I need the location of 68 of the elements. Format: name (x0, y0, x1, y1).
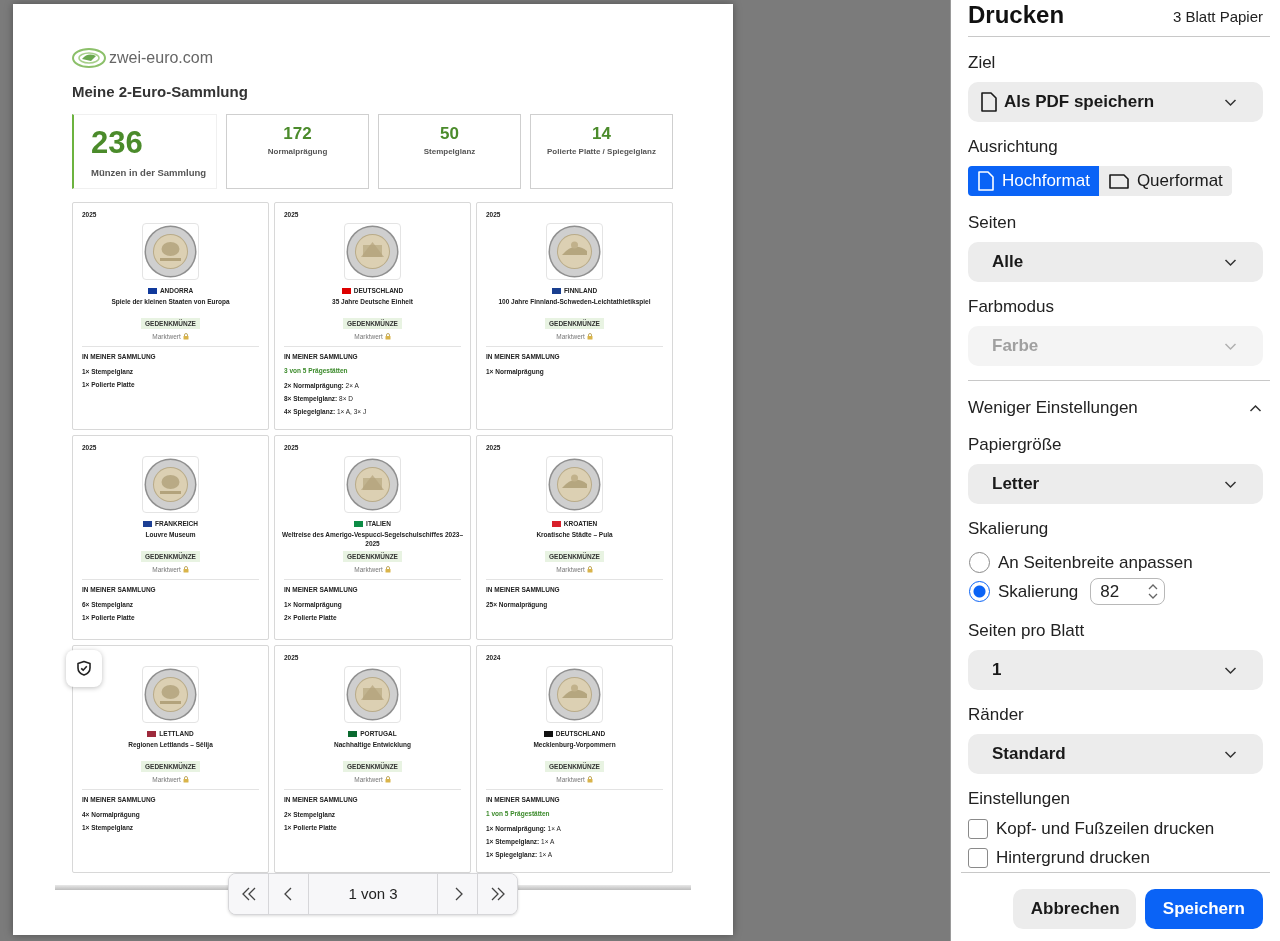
document-icon (981, 92, 997, 112)
radio-button[interactable] (969, 552, 990, 573)
field-label: Farbmodus (968, 296, 1055, 318)
field-label: Einstellungen (968, 788, 1072, 810)
dropdown[interactable]: Alle (968, 242, 1263, 282)
lock-icon (586, 776, 593, 783)
field-label: Skalierung (968, 518, 1050, 540)
double-chevron-right-icon (489, 886, 506, 902)
shield-check-icon (76, 660, 92, 677)
chevron-down-icon (1224, 257, 1237, 267)
sheet-count: 3 Blatt Papier (1172, 7, 1263, 27)
chevron-down-icon (1224, 665, 1237, 675)
spinner-icon (1147, 583, 1160, 600)
stat-label: Normalprägung (266, 146, 329, 158)
orientation-tab[interactable]: Hochformat (968, 166, 1099, 196)
checkbox[interactable] (968, 848, 988, 868)
lock-icon (384, 776, 391, 783)
document-icon (1108, 172, 1129, 190)
stat-value: 172 (282, 124, 313, 144)
field-label: Seiten (968, 212, 1018, 234)
field-label: Seiten pro Blatt (968, 620, 1086, 642)
stat-value: 236 (91, 125, 144, 161)
stat-label: Münzen in der Sammlung (91, 166, 208, 180)
lock-icon (384, 566, 391, 573)
stat-label: Stempelglanz (422, 146, 477, 158)
checkbox-label[interactable]: Hintergrund drucken (996, 845, 1151, 871)
chevron-down-icon (1224, 749, 1237, 759)
number-field[interactable]: 82 (1090, 578, 1166, 605)
dialog-title: Drucken (968, 1, 1065, 29)
dropdown[interactable]: 1 (968, 650, 1263, 690)
first-page-button[interactable] (229, 874, 269, 914)
checkbox[interactable] (968, 819, 988, 839)
shield-button[interactable] (66, 650, 102, 687)
double-chevron-left-icon (240, 886, 257, 902)
field-label: Ausrichtung (968, 136, 1059, 158)
lock-icon (384, 333, 391, 340)
last-page-button[interactable] (477, 874, 517, 914)
radio-button[interactable] (969, 581, 990, 602)
radio-label[interactable]: Skalierung (998, 578, 1079, 605)
chevron-down-icon (1224, 97, 1237, 107)
dropdown[interactable]: Standard (968, 734, 1263, 774)
dropdown[interactable]: Als PDF speichern (968, 82, 1263, 122)
settings-toggle[interactable]: Weniger Einstellungen (968, 397, 1138, 419)
cancel-button[interactable]: Abbrechen (1012, 889, 1136, 929)
previous-page-button[interactable] (269, 874, 309, 914)
stat-value: 14 (591, 124, 612, 144)
checkbox-label[interactable]: Kopf- und Fußzeilen drucken (996, 816, 1215, 842)
chevron-down-icon (1224, 341, 1237, 351)
field-label: Ränder (968, 704, 1025, 726)
next-page-button[interactable] (437, 874, 477, 914)
logo-icon (72, 45, 107, 70)
dropdown[interactable]: Letter (968, 464, 1263, 504)
lock-icon (182, 776, 189, 783)
page-indicator: 1 von 3 (347, 883, 399, 904)
chevron-down-icon (1224, 479, 1237, 489)
save-button[interactable]: Speichern (1144, 889, 1263, 929)
lock-icon (182, 333, 189, 340)
field-label: Ziel (968, 52, 997, 74)
field-label: Papiergröße (968, 434, 1063, 456)
stat-value: 50 (439, 124, 460, 144)
stat-label: Polierte Platte / Spiegelglanz (546, 146, 657, 158)
lock-icon (586, 566, 593, 573)
page-heading: Meine 2-Euro-Sammlung (72, 83, 249, 101)
lock-icon (182, 566, 189, 573)
logo-text: zwei-euro.com (109, 47, 214, 68)
document-icon (978, 171, 994, 191)
radio-label[interactable]: An Seitenbreite anpassen (998, 549, 1193, 576)
lock-icon (586, 333, 593, 340)
